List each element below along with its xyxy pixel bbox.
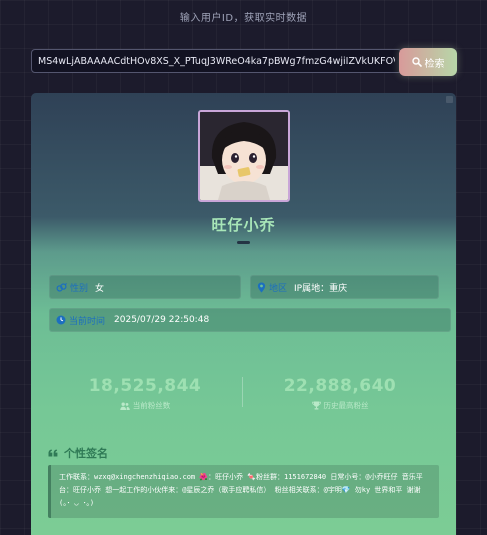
max-fans-count: 22,888,640: [283, 376, 397, 396]
user-id-input[interactable]: [31, 49, 402, 73]
scroll-indicator: [446, 96, 453, 103]
users-icon: [119, 402, 130, 410]
map-pin-icon: [257, 281, 266, 293]
gender-icon: [56, 282, 67, 292]
avatar-illustration: [200, 112, 288, 200]
quote-icon: [48, 449, 58, 457]
gender-label: 性别: [70, 283, 89, 294]
region-value: IP属地：重庆: [294, 283, 348, 294]
current-fans-stat: 18,525,844 当前粉丝数: [45, 376, 245, 411]
current-time-field: 当前时间 2025/07/29 22:50:48: [49, 308, 451, 332]
username-underline: [237, 241, 250, 244]
current-fans-label: 当前粉丝数: [132, 401, 171, 410]
max-fans-stat: 22,888,640 历史最高粉丝: [240, 376, 440, 411]
gender-field: 性别 女: [49, 275, 241, 299]
search-button-label: 检索: [424, 58, 445, 70]
avatar: [198, 110, 290, 202]
username: 旺仔小乔: [211, 216, 276, 234]
trophy-icon: [311, 401, 321, 410]
gender-value: 女: [95, 283, 105, 294]
signature-heading: 个性签名: [48, 445, 108, 461]
current-fans-count: 18,525,844: [88, 376, 202, 396]
search-icon: [411, 57, 422, 67]
max-fans-label: 历史最高粉丝: [323, 401, 369, 410]
signature-text: 工作联系：wzxq@xingchenzhiqiao.com 🌺：旺仔小乔 🍬粉丝…: [48, 465, 439, 518]
search-hint: 输入用户ID，获取实时数据: [179, 13, 308, 24]
region-label: 地区: [269, 283, 288, 294]
search-button[interactable]: 检索: [399, 48, 457, 76]
profile-card: 旺仔小乔 性别 女 地区 IP属地：重庆 当前时间 2025/07/29 22:…: [31, 93, 456, 535]
clock-icon: [56, 315, 66, 325]
current-time-value: 2025/07/29 22:50:48: [114, 315, 210, 325]
current-time-label: 当前时间: [69, 316, 106, 327]
search-bar: 检索: [31, 48, 458, 76]
signature-title: 个性签名: [64, 447, 108, 460]
region-field: 地区 IP属地：重庆: [250, 275, 439, 299]
